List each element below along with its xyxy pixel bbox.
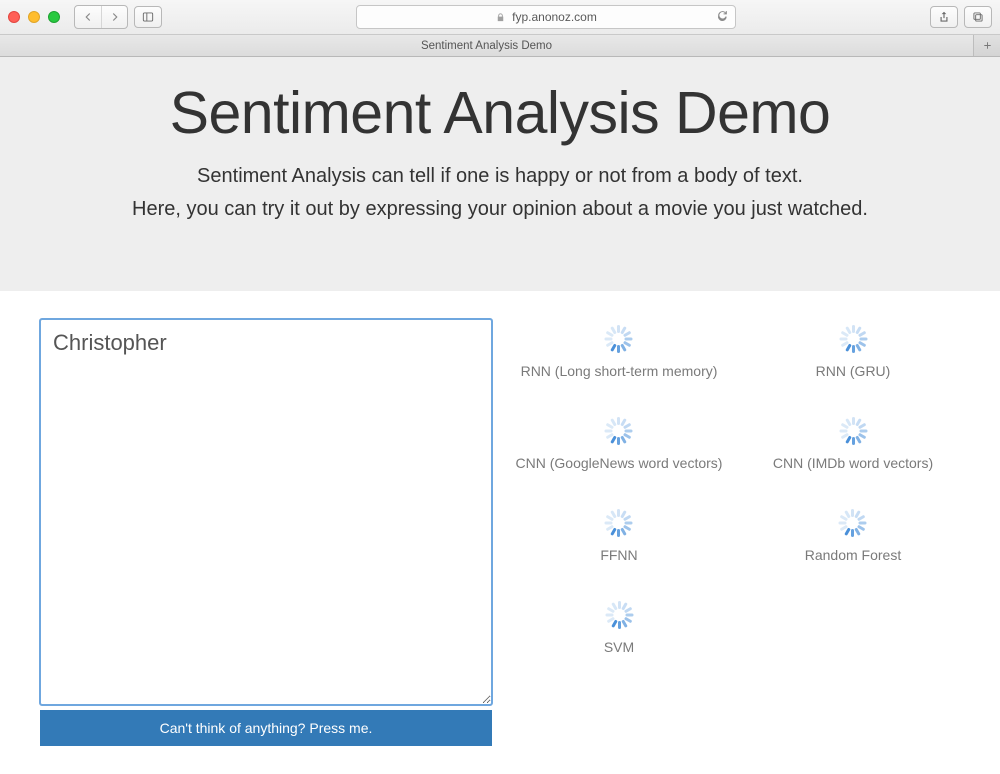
reload-icon (716, 9, 729, 22)
model-cell: FFNN (600, 509, 637, 563)
address-bar-url: fyp.anonoz.com (512, 10, 597, 24)
hero-subtitle-1: Sentiment Analysis can tell if one is ha… (40, 165, 960, 188)
back-button[interactable] (75, 6, 101, 28)
sidebar-button[interactable] (134, 6, 162, 28)
model-label: RNN (GRU) (816, 363, 891, 379)
tab-title: Sentiment Analysis Demo (421, 40, 552, 52)
model-cell: CNN (IMDb word vectors) (773, 417, 933, 471)
suggest-button[interactable]: Can't think of anything? Press me. (40, 710, 492, 746)
nav-back-forward-group (74, 5, 128, 29)
model-cell: SVM (604, 601, 634, 655)
tab-bar: Sentiment Analysis Demo (0, 34, 1000, 56)
browser-chrome: fyp.anonoz.com Sentiment Analysis Demo (0, 0, 1000, 57)
tabs-icon (971, 10, 985, 24)
sidebar-icon (141, 10, 155, 24)
models-column-left: RNN (Long short-term memory) CNN (GoogleN… (512, 319, 726, 746)
share-icon (937, 10, 951, 24)
loading-spinner-icon (605, 509, 633, 537)
model-cell: Random Forest (805, 509, 901, 563)
browser-toolbar: fyp.anonoz.com (0, 0, 1000, 34)
share-button[interactable] (930, 6, 958, 28)
hero-subtitle-2: Here, you can try it out by expressing y… (40, 198, 960, 221)
close-window-button[interactable] (8, 11, 20, 23)
loading-spinner-icon (839, 417, 867, 445)
browser-tab[interactable]: Sentiment Analysis Demo (0, 35, 974, 56)
window-controls (8, 11, 60, 23)
maximize-window-button[interactable] (48, 11, 60, 23)
address-bar[interactable]: fyp.anonoz.com (356, 5, 736, 29)
new-tab-button[interactable] (974, 35, 1000, 56)
model-cell: RNN (GRU) (816, 325, 891, 379)
models-panel: RNN (Long short-term memory) CNN (GoogleN… (512, 319, 960, 746)
model-label: CNN (GoogleNews word vectors) (516, 455, 723, 471)
minimize-window-button[interactable] (28, 11, 40, 23)
plus-icon (982, 40, 993, 51)
model-cell: RNN (Long short-term memory) (521, 325, 718, 379)
input-column: Can't think of anything? Press me. (40, 319, 492, 746)
review-textarea[interactable] (40, 319, 492, 705)
models-column-right: RNN (GRU) CNN (IMDb word vectors) Random F… (746, 319, 960, 746)
forward-button[interactable] (101, 6, 127, 28)
main-content: Can't think of anything? Press me. RNN (… (0, 291, 1000, 774)
model-label: RNN (Long short-term memory) (521, 363, 718, 379)
chevron-right-icon (108, 10, 122, 24)
loading-spinner-icon (839, 509, 867, 537)
loading-spinner-icon (605, 325, 633, 353)
model-label: Random Forest (805, 547, 901, 563)
model-label: SVM (604, 639, 634, 655)
model-label: CNN (IMDb word vectors) (773, 455, 933, 471)
page-title: Sentiment Analysis Demo (40, 79, 960, 147)
address-bar-area: fyp.anonoz.com (168, 5, 924, 29)
loading-spinner-icon (839, 325, 867, 353)
lock-icon (495, 12, 506, 23)
model-cell: CNN (GoogleNews word vectors) (516, 417, 723, 471)
tabs-button[interactable] (964, 6, 992, 28)
hero-section: Sentiment Analysis Demo Sentiment Analys… (0, 57, 1000, 291)
loading-spinner-icon (605, 417, 633, 445)
loading-spinner-icon (605, 601, 633, 629)
model-label: FFNN (600, 547, 637, 563)
reload-button[interactable] (716, 9, 729, 25)
chevron-left-icon (81, 10, 95, 24)
